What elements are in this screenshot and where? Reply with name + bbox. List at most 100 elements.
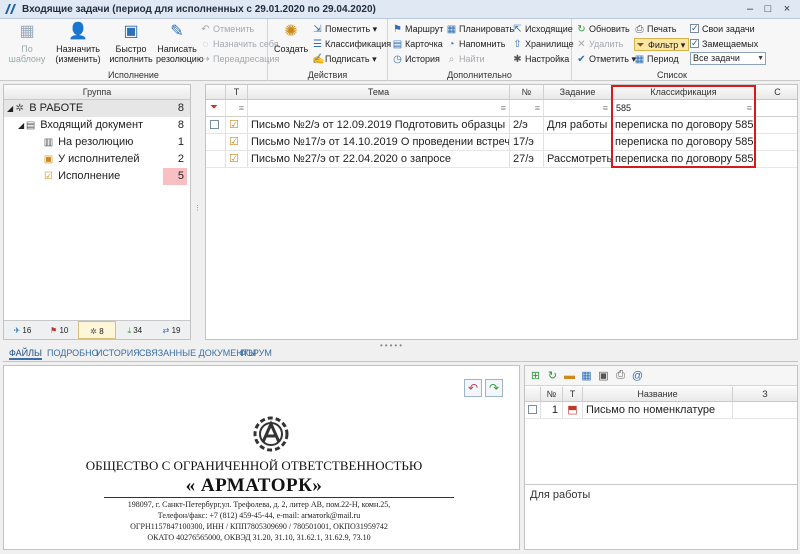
footer-plane-button[interactable]: ✈ 16 — [4, 321, 41, 339]
filter-operator-icon: ≡ — [602, 103, 608, 113]
task-filter-select[interactable]: Все задачи ▼ — [690, 52, 766, 65]
att-row-checkbox[interactable] — [525, 402, 541, 419]
att-row-name[interactable]: Письмо по номенклатуре — [583, 402, 733, 419]
add-file-icon[interactable]: ⊞ — [529, 369, 542, 382]
footer-sync-button[interactable]: ⇄ 19 — [153, 321, 190, 339]
cancel-button[interactable]: ↶ Отменить — [200, 23, 254, 36]
footer-download-button[interactable]: ⤓ 34 — [116, 321, 153, 339]
tab-forum[interactable]: ФОРУМ — [239, 348, 272, 358]
group-label-actions: Действия — [307, 70, 348, 80]
gears-icon: ✲ — [90, 327, 97, 336]
footer-flag-button[interactable]: ⚑ 10 — [41, 321, 78, 339]
row-number-cell[interactable]: 2/э — [510, 117, 544, 134]
maximize-button[interactable]: □ — [760, 2, 776, 16]
tree-item-execution[interactable]: ☑ Исполнение 5 — [4, 168, 190, 185]
row-select-checkbox[interactable] — [206, 117, 226, 134]
tree-item-for-resolution[interactable]: ▥ На резолюцию 1 — [4, 134, 190, 151]
minimize-button[interactable]: – — [742, 2, 758, 16]
period-button[interactable]: ▦ Период — [634, 53, 679, 66]
filter-cell-type[interactable]: ≡ — [226, 100, 248, 117]
rotate-right-button[interactable]: ↷ — [485, 379, 503, 397]
outgoing-button[interactable]: ⇱ Исходящие — [512, 23, 572, 36]
card-button[interactable]: ▤ Карточка — [392, 38, 443, 51]
col-header-topic[interactable]: Тема — [248, 85, 510, 100]
find-button[interactable]: ⌕ Найти — [446, 53, 485, 66]
filter-cell-extra[interactable] — [756, 100, 797, 117]
row-number-cell[interactable]: 17/э — [510, 134, 544, 151]
email-icon[interactable]: @ — [631, 370, 644, 382]
org-name: « АРМАТОРК» — [185, 475, 323, 496]
vertical-splitter[interactable]: ⋮ — [193, 84, 203, 340]
footer-gears-button[interactable]: ✲ 8 — [77, 321, 117, 339]
row-topic-cell[interactable]: Письмо №17/э от 14.10.2019 О проведении … — [248, 134, 510, 151]
row-select-checkbox[interactable] — [206, 134, 226, 151]
tree-item-at-executors[interactable]: ▣ У исполнителей 2 — [4, 151, 190, 168]
att-col-extra[interactable]: З — [733, 387, 797, 402]
footer-count: 16 — [22, 326, 32, 335]
att-col-select[interactable] — [525, 387, 541, 402]
delete-button[interactable]: ✕ Удалить — [576, 38, 623, 51]
row-number-cell[interactable]: 27/э — [510, 151, 544, 168]
att-col-type[interactable]: Т — [563, 387, 583, 402]
att-col-name[interactable]: Название — [583, 387, 733, 402]
tree-item-count: 8 — [177, 119, 184, 131]
card-icon: ▤ — [392, 39, 403, 50]
create-button[interactable]: ✺ Создать — [274, 21, 308, 55]
classification-button[interactable]: ☰ Классификация — [312, 38, 391, 51]
print-icon[interactable]: ⎙ — [614, 369, 627, 382]
col-header-task[interactable]: Задание — [544, 85, 612, 100]
app-logo-icon — [0, 0, 22, 19]
plan-button[interactable]: ▦ Планировать — [446, 23, 514, 36]
filter-cell-number[interactable]: ≡ — [510, 100, 544, 117]
row-topic-cell[interactable]: Письмо №2/э от 12.09.2019 Подготовить об… — [248, 117, 510, 134]
col-header-select[interactable] — [206, 85, 226, 100]
by-template-button[interactable]: ▦ По шаблону — [6, 21, 48, 65]
filter-button[interactable]: ⏷ Фильтр ▾ — [634, 38, 690, 51]
filter-cell-topic[interactable]: ≡ — [248, 100, 510, 117]
storage-icon: ⇧ — [513, 39, 522, 50]
storage-button[interactable]: ⇧ Хранилище — [512, 38, 573, 51]
print-button[interactable]: ⎙ Печать — [634, 23, 677, 36]
settings-button[interactable]: ✱ Настройка — [512, 53, 569, 66]
rotate-left-button[interactable]: ↶ — [464, 379, 482, 397]
row-task-cell[interactable]: Рассмотреть — [544, 151, 612, 168]
place-button[interactable]: ⇲ Поместить ▾ — [312, 23, 377, 36]
substituted-checkbox[interactable]: Замещаемых — [690, 37, 758, 51]
row-task-cell[interactable]: Для работы — [544, 117, 612, 134]
refresh-icon[interactable]: ↻ — [546, 369, 559, 382]
close-button[interactable]: × — [779, 2, 795, 16]
own-tasks-checkbox[interactable]: Свои задачи — [690, 22, 755, 36]
quick-execute-button[interactable]: ▣ Быстро исполнить — [108, 21, 154, 65]
view-mode-icon[interactable]: ▦ — [580, 369, 593, 382]
ribbon: ▦ По шаблону 👤 Назначить (изменить) ▣ Бы… — [0, 19, 800, 81]
tree-item-incoming-document[interactable]: ◢ ▤ Входящий документ 8 — [4, 117, 190, 134]
save-icon[interactable]: ▣ — [597, 369, 610, 382]
att-col-number[interactable]: № — [541, 387, 563, 402]
col-header-number[interactable]: № — [510, 85, 544, 100]
col-header-extra[interactable]: С — [756, 85, 797, 100]
assign-button[interactable]: 👤 Назначить (изменить) — [52, 21, 104, 65]
tree-item-label: Исполнение — [58, 170, 121, 182]
remind-button[interactable]: ◔ Напомнить — [446, 38, 505, 51]
row-extra-cell — [756, 134, 797, 151]
row-task-cell[interactable] — [544, 134, 612, 151]
write-resolution-button[interactable]: ✎ Написать резолюцию — [156, 21, 204, 65]
refresh-button[interactable]: ↻ Обновить — [576, 23, 629, 36]
tab-history[interactable]: ИСТОРИЯ — [96, 348, 140, 358]
filter-cell-task[interactable]: ≡ — [544, 100, 612, 117]
tree-item-in-work[interactable]: ◢ ✲ В РАБОТЕ 8 — [4, 100, 190, 117]
att-checkbox — [528, 405, 537, 414]
route-button[interactable]: ⚑ Маршрут — [392, 23, 443, 36]
place-label: Поместить — [325, 24, 371, 34]
mark-button[interactable]: ✔ Отметить ▾ — [576, 53, 636, 66]
col-header-type[interactable]: Т — [226, 85, 248, 100]
folder-icon[interactable]: ▬ — [563, 370, 576, 382]
tab-details[interactable]: ПОДРОБНО — [47, 348, 99, 358]
filter-clear-cell[interactable]: ⏷ — [206, 100, 226, 117]
sign-button[interactable]: ✍Подписать ▾ — [312, 53, 377, 66]
tab-files[interactable]: ФАЙЛЫ — [9, 348, 42, 360]
assign-self-button[interactable]: ◌ Назначить себя — [200, 38, 279, 51]
row-topic-cell[interactable]: Письмо №27/э от 22.04.2020 о запросе — [248, 151, 510, 168]
row-select-checkbox[interactable] — [206, 151, 226, 168]
history-button[interactable]: ◷ История — [392, 53, 440, 66]
